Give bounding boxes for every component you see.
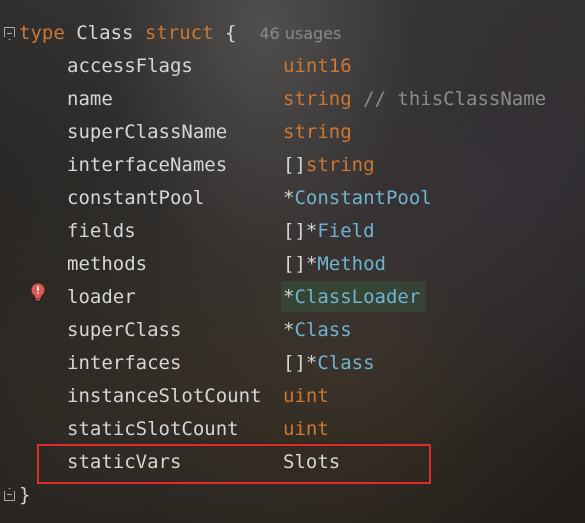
field-type-part: Class xyxy=(317,352,375,374)
field-type[interactable]: string // thisClassName xyxy=(283,83,546,116)
struct-field-line[interactable]: accessFlags uint16 xyxy=(0,50,585,83)
field-type[interactable]: *ConstantPool xyxy=(283,182,432,215)
field-type[interactable]: []*Class xyxy=(283,347,375,380)
field-type[interactable]: uint xyxy=(283,380,329,413)
field-name[interactable]: methods xyxy=(67,248,147,281)
field-type-part: * xyxy=(283,319,295,341)
struct-declaration-line[interactable]: type Class struct { 46 usages xyxy=(19,17,341,50)
struct-field-line[interactable]: loader *ClassLoader xyxy=(0,281,585,314)
field-type[interactable]: *ClassLoader xyxy=(283,281,420,314)
field-type-part: string xyxy=(305,154,375,176)
field-name[interactable]: fields xyxy=(67,215,136,248)
field-type-part: []* xyxy=(283,253,318,275)
field-name[interactable]: staticSlotCount xyxy=(67,413,239,446)
struct-field-line[interactable]: interfaces []*Class xyxy=(0,347,585,380)
field-type[interactable]: []*Method xyxy=(283,248,386,281)
field-type[interactable]: uint16 xyxy=(283,50,352,83)
field-name[interactable]: superClass xyxy=(67,314,181,347)
field-type-part: uint xyxy=(283,418,329,440)
field-type-part: string xyxy=(283,88,352,110)
field-name[interactable]: loader xyxy=(67,281,136,314)
struct-keyword: struct xyxy=(144,22,214,44)
field-type[interactable]: *Class xyxy=(283,314,352,347)
field-type-part: []* xyxy=(283,352,318,374)
field-name[interactable]: accessFlags xyxy=(67,50,193,83)
field-type-part: uint16 xyxy=(283,55,352,77)
usages-hint[interactable]: 46 usages xyxy=(259,24,341,43)
annotation-highlight-box xyxy=(37,444,431,484)
field-type[interactable]: []string xyxy=(283,149,375,182)
struct-field-line[interactable]: superClass *Class xyxy=(0,314,585,347)
field-type-part: string xyxy=(283,121,352,143)
field-type-part: [] xyxy=(283,154,306,176)
field-comment: // thisClassName xyxy=(351,88,547,110)
field-type-part: * xyxy=(283,187,295,209)
field-type-part: Field xyxy=(317,220,375,242)
field-name[interactable]: superClassName xyxy=(67,116,227,149)
field-name[interactable]: name xyxy=(67,83,113,116)
field-type[interactable]: []*Field xyxy=(283,215,375,248)
field-type-part: uint xyxy=(283,385,329,407)
field-type-part: Class xyxy=(294,319,352,341)
struct-field-line[interactable]: instanceSlotCount uint xyxy=(0,380,585,413)
field-type-part: * xyxy=(283,286,295,308)
fold-end-icon[interactable] xyxy=(4,488,15,501)
struct-field-line[interactable]: constantPool *ConstantPool xyxy=(0,182,585,215)
type-keyword: type xyxy=(19,22,65,44)
field-name[interactable]: instanceSlotCount xyxy=(67,380,261,413)
struct-field-line[interactable]: staticSlotCount uint xyxy=(0,413,585,446)
field-type[interactable]: string xyxy=(283,116,352,149)
field-type-part: ClassLoader xyxy=(294,286,421,308)
field-type-part: Method xyxy=(317,253,386,275)
struct-field-line[interactable]: name string // thisClassName xyxy=(0,83,585,116)
field-name[interactable]: interfaceNames xyxy=(67,149,227,182)
struct-name[interactable]: Class xyxy=(76,22,133,44)
field-type-part: []* xyxy=(283,220,318,242)
field-type-part: ConstantPool xyxy=(294,187,432,209)
fold-start-icon[interactable] xyxy=(4,27,15,40)
struct-closing-line: } xyxy=(19,479,30,512)
field-name[interactable]: interfaces xyxy=(67,347,181,380)
struct-field-line[interactable]: fields []*Field xyxy=(0,215,585,248)
field-type[interactable]: uint xyxy=(283,413,329,446)
struct-field-line[interactable]: superClassName string xyxy=(0,116,585,149)
brace-open: { xyxy=(224,22,237,44)
field-name[interactable]: constantPool xyxy=(67,182,204,215)
struct-field-line[interactable]: interfaceNames []string xyxy=(0,149,585,182)
struct-field-line[interactable]: methods []*Method xyxy=(0,248,585,281)
brace-close: } xyxy=(19,484,31,506)
